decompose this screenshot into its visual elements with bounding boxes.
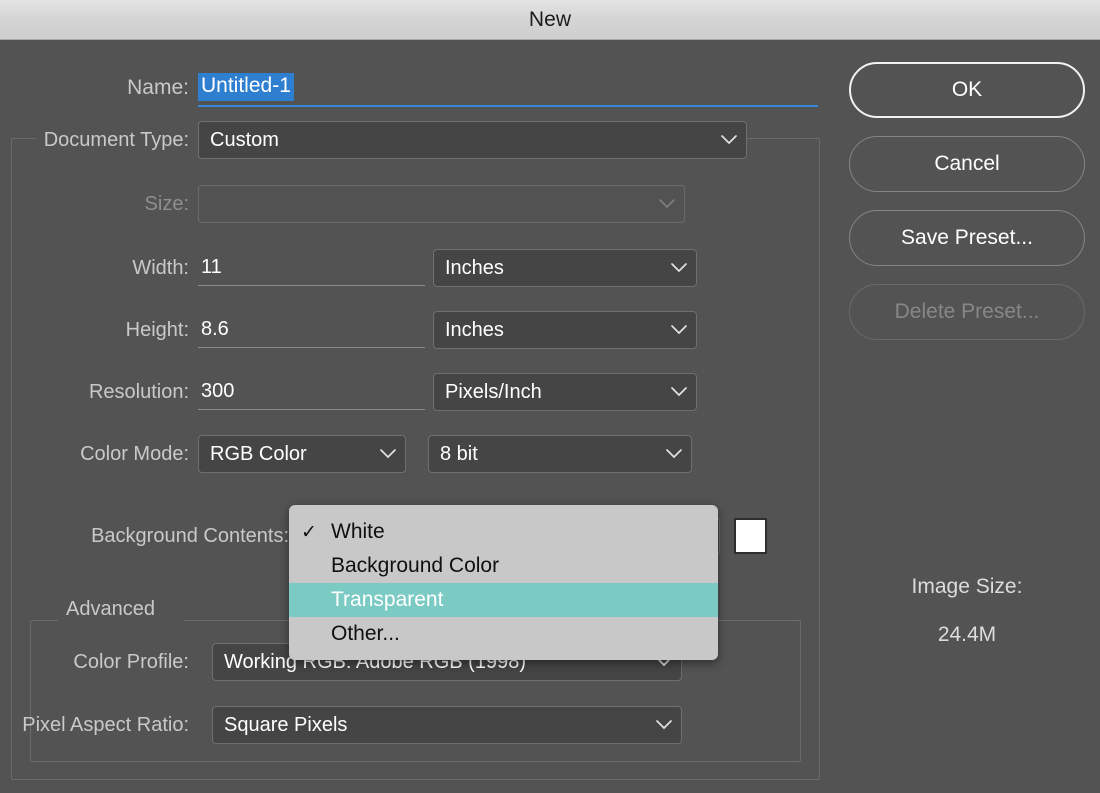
dialog-button-column: OK Cancel Save Preset... Delete Preset..…: [849, 62, 1085, 358]
chevron-down-icon: [659, 199, 675, 209]
resolution-input[interactable]: 300: [198, 374, 425, 410]
width-input-value: 11: [201, 256, 222, 278]
new-document-dialog: New Name: Untitled-1 Document Type: Cust…: [0, 0, 1100, 793]
advanced-legend: Advanced: [66, 598, 155, 620]
background-contents-menu[interactable]: ✓ White Background Color Transparent Other..…: [289, 505, 718, 660]
size-row: Size:: [0, 184, 830, 224]
color-mode-value: RGB Color: [210, 442, 307, 465]
pixel-aspect-ratio-row: Pixel Aspect Ratio: Square Pixels: [0, 705, 830, 745]
height-input-value: 8.6: [201, 318, 229, 340]
pixel-aspect-ratio-label: Pixel Aspect Ratio:: [22, 713, 189, 736]
width-input[interactable]: 11: [198, 250, 425, 286]
size-select: [198, 185, 685, 223]
pixel-aspect-ratio-value: Square Pixels: [224, 713, 348, 736]
document-type-row: Document Type: Custom: [0, 120, 830, 160]
resolution-row: Resolution: 300 Pixels/Inch: [0, 372, 830, 412]
chevron-down-icon: [380, 449, 396, 459]
resolution-unit-select[interactable]: Pixels/Inch: [433, 373, 697, 411]
menu-item[interactable]: ✓ White: [289, 515, 718, 549]
chevron-down-icon: [671, 263, 687, 273]
menu-item-label: Other...: [331, 622, 400, 645]
color-mode-row: Color Mode: RGB Color 8 bit: [0, 434, 830, 474]
name-row: Name: Untitled-1: [0, 68, 830, 108]
width-unit-select[interactable]: Inches: [433, 249, 697, 287]
menu-item[interactable]: Background Color: [289, 549, 718, 583]
bit-depth-value: 8 bit: [440, 442, 478, 465]
height-unit-value: Inches: [445, 318, 504, 341]
chevron-down-icon: [721, 135, 737, 145]
height-input[interactable]: 8.6: [198, 312, 425, 348]
menu-item-label: White: [331, 520, 385, 543]
height-row: Height: 8.6 Inches: [0, 310, 830, 350]
delete-preset-button: Delete Preset...: [849, 284, 1085, 340]
height-unit-select[interactable]: Inches: [433, 311, 697, 349]
image-size-label: Image Size:: [911, 575, 1023, 598]
name-label: Name:: [127, 76, 189, 99]
name-input[interactable]: Untitled-1: [198, 69, 818, 107]
resolution-label: Resolution:: [88, 380, 189, 403]
image-size-readout: Image Size: 24.4M: [849, 575, 1085, 647]
chevron-down-icon: [666, 449, 682, 459]
chevron-down-icon: [671, 387, 687, 397]
ok-button[interactable]: OK: [849, 62, 1085, 118]
height-label: Height:: [125, 318, 189, 341]
color-mode-select[interactable]: RGB Color: [198, 435, 406, 473]
name-input-value: Untitled-1: [198, 73, 294, 101]
background-color-swatch[interactable]: [734, 518, 767, 554]
window-title: New: [528, 7, 572, 31]
title-bar: New: [0, 0, 1100, 40]
menu-item-label: Background Color: [331, 554, 500, 577]
document-type-label: Document Type:: [43, 128, 189, 151]
save-preset-button[interactable]: Save Preset...: [849, 210, 1085, 266]
size-label: Size:: [144, 192, 189, 215]
resolution-unit-value: Pixels/Inch: [445, 380, 542, 403]
image-size-value: 24.4M: [937, 623, 997, 646]
width-unit-value: Inches: [445, 256, 504, 279]
width-row: Width: 11 Inches: [0, 248, 830, 288]
background-contents-label: Background Contents:: [91, 524, 289, 547]
chevron-down-icon: [656, 720, 672, 730]
cancel-button[interactable]: Cancel: [849, 136, 1085, 192]
chevron-down-icon: [671, 325, 687, 335]
menu-item[interactable]: Transparent: [289, 583, 718, 617]
color-profile-label: Color Profile:: [73, 650, 189, 673]
color-mode-label: Color Mode:: [80, 442, 189, 465]
width-label: Width:: [132, 256, 189, 279]
menu-item-label: Transparent: [331, 588, 444, 611]
bit-depth-select[interactable]: 8 bit: [428, 435, 692, 473]
pixel-aspect-ratio-select[interactable]: Square Pixels: [212, 706, 682, 744]
document-type-select[interactable]: Custom: [198, 121, 747, 159]
resolution-input-value: 300: [201, 380, 235, 402]
document-type-value: Custom: [210, 128, 279, 151]
checkmark-icon: ✓: [301, 521, 317, 543]
menu-item[interactable]: Other...: [289, 617, 718, 651]
